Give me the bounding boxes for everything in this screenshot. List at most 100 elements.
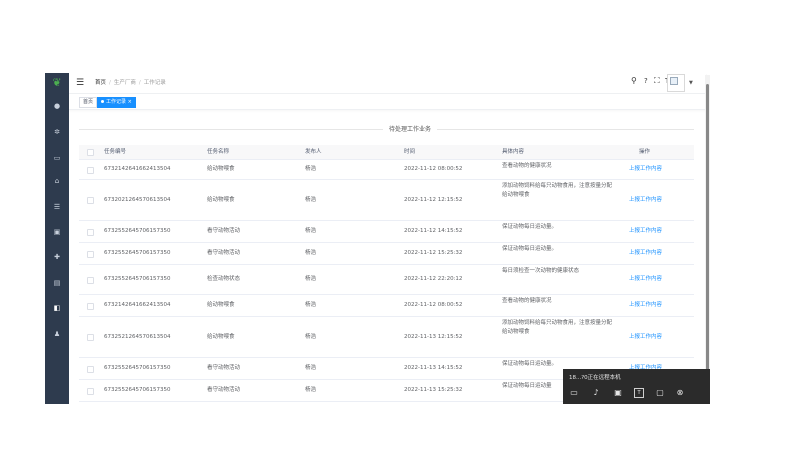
menu-toggle-icon[interactable]: ☰ [76,77,84,89]
cell-time: 2022-11-13 15:25:32 [404,387,463,393]
cell-publisher: 杨浩 [305,228,317,234]
select-all-checkbox[interactable] [87,149,94,156]
folder-icon[interactable]: ▢ [655,388,665,398]
tag-work-record-label: 工作记录 × [106,99,132,105]
search-icon[interactable]: ⚲ [631,75,637,87]
chevron-down-icon[interactable]: ▼ [689,80,693,86]
cell-task-name: 看守动物活动 [207,387,241,393]
row-checkbox[interactable] [87,302,94,310]
top-navbar: ☰ 首页/生产厂商/工作记录 ⚲ ? ⛶ T ▼ [69,73,709,94]
cell-task-name: 看守动物活动 [207,250,241,256]
tag-home[interactable]: 首页 [79,97,98,108]
cell-task-name: 给动物喂食 [207,166,235,172]
cell-time: 2022-11-13 14:15:52 [404,365,463,371]
cell-task-name: 检查动物状态 [207,276,241,282]
cell-task-name: 给动物喂食 [207,197,235,203]
cell-task-id: 6732552645706157350 [104,276,171,282]
cell-task-name: 给动物喂食 [207,334,235,340]
user-icon[interactable]: ♟ [45,327,69,341]
sidebar: ❦ ● ✲ ▭ ⌂ ☰ ▣ ✚ ▤ ◧ ♟ [45,73,69,404]
save-icon[interactable]: ▣ [45,225,69,239]
remote-control-panel: 18...?0正在远程本机 ▭ ♪ ▣ T ▢ ⊗ [563,369,710,404]
cell-content: 添加动物饲料给每只动物食用，注意按量分配给动物喂食 [502,320,613,335]
app-window: ❦ ● ✲ ▭ ⌂ ☰ ▣ ✚ ▤ ◧ ♟ ☰ 首页 / 生产厂商 / 工作记录 ⚲ ?… [45,73,709,404]
cell-time: 2022-11-12 08:00:52 [404,166,463,172]
fullscreen-icon[interactable]: ⛶ [654,75,660,87]
table-row: 6732552645706157350 检查动物状态 杨浩 2022-11-12 22… [79,265,694,295]
active-dot-icon [101,100,104,103]
cell-content: 添加动物饲料给每只动物食用，注意按量分配给动物喂食 [502,183,613,198]
breadcrumb-manufacturer[interactable]: 生产厂商 [114,80,136,86]
lock-icon[interactable]: ⌂ [45,174,69,188]
cell-task-id: 6732142641662413504 [104,166,171,172]
cell-publisher: 杨浩 [305,197,317,203]
row-checkbox[interactable] [87,197,94,204]
col-action: 操作 [639,149,651,155]
cell-time: 2022-11-13 12:15:52 [404,334,463,340]
cell-time: 2022-11-12 15:25:32 [404,250,463,256]
breadcrumb: 首页 / 生产厂商 / 工作记录 [95,80,166,86]
screen-icon[interactable]: ▣ [613,388,623,398]
monitor-icon[interactable]: ▭ [45,151,69,165]
table-row: 6732521264570613504 给动物喂食 杨浩 2022-11-13 12:… [79,317,694,358]
cell-content: 保证动物每日运动量。 [502,246,558,252]
report-work-link[interactable]: 上报工作内容 [629,295,662,316]
cell-content: 每日须检查一次动物的健康状态 [502,268,580,274]
gear-icon[interactable]: ✲ [45,125,69,139]
report-work-link[interactable]: 上报工作内容 [629,243,662,264]
plus-icon[interactable]: ✚ [45,250,69,264]
table-row: 6732021264570613504 给动物喂食 杨浩 2022-11-12 12:… [79,180,694,221]
table-row: 6732552645706157350 看守动物活动 杨浩 2022-11-12 15… [79,243,694,265]
cell-task-id: 6732521264570613504 [104,334,171,340]
row-checkbox[interactable] [87,228,94,236]
row-checkbox[interactable] [87,387,94,395]
doc-icon[interactable]: ◧ [45,301,69,315]
cell-task-id: 6732021264570613504 [104,197,171,203]
row-checkbox[interactable] [87,250,94,258]
form-icon[interactable]: ▤ [45,276,69,290]
dashboard-icon[interactable]: ● [45,99,69,113]
row-checkbox[interactable] [87,166,94,174]
tags-view: 首页 工作记录 × [69,94,709,110]
report-work-link[interactable]: 上报工作内容 [629,221,662,242]
table-row: 6732142641662413504 给动物喂食 杨浩 2022-11-12 08:… [79,295,694,317]
text-box-icon[interactable]: T [634,388,644,398]
col-task-id: 任务编号 [104,149,127,155]
cell-content: 查看动物的健康状况 [502,298,552,304]
report-work-link[interactable]: 上报工作内容 [629,265,662,294]
cell-task-name: 给动物喂食 [207,302,235,308]
tag-work-record[interactable]: 工作记录 × [97,97,136,108]
question-icon[interactable]: ? [644,75,648,87]
cell-content: 保证动物每日运动量。 [502,361,558,367]
report-work-link[interactable]: 上报工作内容 [629,160,662,179]
row-checkbox[interactable] [87,276,94,284]
table-row: 6732142641662413504 给动物喂食 杨浩 2022-11-12 08:… [79,160,694,180]
cell-content: 查看动物的健康状况 [502,163,552,169]
report-work-link[interactable]: 上报工作内容 [629,317,662,357]
cell-publisher: 杨浩 [305,166,317,172]
cell-task-id: 6732552645706157350 [104,365,171,371]
cell-task-id: 6732142641662413504 [104,302,171,308]
cell-task-id: 6732552645706157350 [104,228,171,234]
table-icon[interactable]: ☰ [45,200,69,214]
breadcrumb-work-record: 工作记录 [143,80,166,86]
row-checkbox[interactable] [87,334,94,341]
main-area: ☰ 首页/生产厂商/工作记录 ⚲ ? ⛶ T ▼ 首页 工作记录 × 待处理工作… [69,73,709,404]
col-task-name: 任务名称 [207,149,230,155]
avatar[interactable] [667,74,685,92]
cell-publisher: 杨浩 [305,334,317,340]
row-checkbox[interactable] [87,365,94,373]
mic-icon[interactable]: ♪ [591,388,601,398]
divider-right [437,129,694,130]
cell-publisher: 杨浩 [305,387,317,393]
report-work-link[interactable]: 上报工作内容 [629,180,662,220]
divider-left [79,129,383,130]
scrollbar-thumb[interactable] [706,84,709,402]
col-time: 时间 [404,149,416,155]
cell-task-name: 看守动物活动 [207,228,241,234]
table-header: 任务编号 任务名称 发布人 时间 具体内容 操作 [79,145,694,160]
close-circle-icon[interactable]: ⊗ [675,388,685,398]
chat-icon[interactable]: ▭ [569,388,579,398]
breadcrumb-home[interactable]: 首页 [95,80,106,86]
cell-task-name: 看守动物活动 [207,365,241,371]
